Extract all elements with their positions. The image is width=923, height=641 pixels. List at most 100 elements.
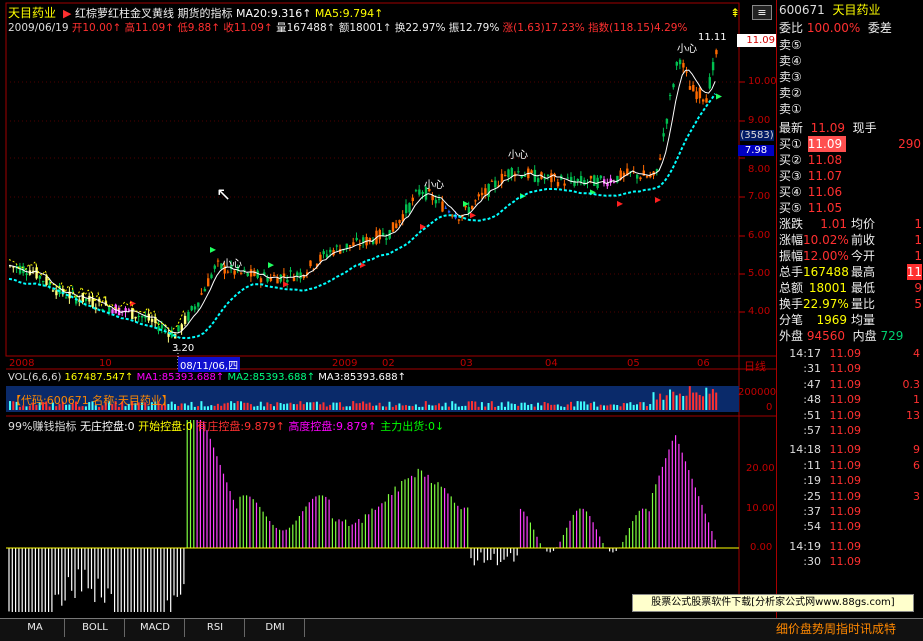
ind-axis: 10.00 [746,503,775,514]
tick-row: :31 11.09 [803,362,861,376]
price-axis-label: 5.00 [748,268,771,279]
stat-row: 总手167488 最高 11 [779,264,922,280]
buy-row: 买③ 11.07 [779,169,843,183]
tab-ma[interactable]: MA [6,619,65,637]
tick-row: :11 11.09 6 [803,458,920,472]
date-label: 03 [460,358,473,369]
indicator-name: 红棕萝红柱金叉黄线 期货的指标 [74,7,233,20]
tick-row: :25 11.09 3 [803,489,920,503]
stock-name-quote: 天目药业 [832,3,881,17]
scroll-up-icon[interactable]: ⇞ [730,6,740,20]
ma20-value: MA20:9.316 [235,7,303,20]
vol-ma3: MA3:85393.688 [318,372,398,383]
tick-row: 14:19 11.09 [789,539,861,553]
period-label[interactable]: 日线 [744,358,766,374]
warn-mark: 小心 [508,150,528,161]
tick-row: :47 11.09 0.3 [803,377,920,391]
tab-macd[interactable]: MACD [126,619,185,637]
date-label: 02 [382,358,395,369]
tick-row: :48 11.09 1 [803,393,920,407]
code-label: 【代码:600671 名称:天目药业】 [10,394,173,407]
price-axis-label: 4.00 [748,306,771,317]
volume-value: 量167488 [276,22,327,34]
ma5-value: MA5:9.794 [314,7,375,20]
stock-code: 600671 [779,3,825,17]
chart-area[interactable] [0,0,776,620]
date-value: 2009/06/19 [8,22,69,34]
ind-item-4: 高度控盘:9.879 [288,420,368,433]
open-value: 开10.00 [71,22,113,34]
tab-dmi[interactable]: DMI [246,619,305,637]
waipan-row: 外盘 94560 内盘 729 [779,329,904,343]
latest-row: 最新 11.09 现手 [779,121,877,135]
volume-header: VOL(6,6,6) 167487.547↑ MA1:85393.688↑ MA… [8,372,406,383]
stock-name: 天目药业 [8,6,57,20]
sell-row: 卖③ [779,70,802,84]
date-label: 05 [627,358,640,369]
vol-axis-bottom: 0 [766,402,773,413]
quote-panel: 600671 天目药业 委比 100.00% 委差 卖⑤ 卖④ 卖③ 卖② 卖① 最新 … [776,0,923,620]
indicator-header: 99%赚钱指标 无庄控盘:0 开始控盘:0 有庄控盘:9.879↑ 高度控盘:9… [8,420,445,433]
tick-row: 14:18 11.09 9 [789,443,920,457]
vol-ma1: MA1:85393.688 [136,372,216,383]
stat-row: 分笔 1969 均量 [779,313,876,327]
sell-row: 卖⑤ [779,38,802,52]
date-label: 04 [545,358,558,369]
sell-row: 卖④ [779,54,802,68]
badge-3583: (3583) [740,130,774,141]
date-label: 10 [99,358,112,369]
low-mark: 3.20 [172,343,195,354]
high-mark: 11.11 [698,32,727,43]
tick-row: :54 11.09 [803,520,861,534]
ma5-line [8,69,716,334]
buy-row: 买④ 11.06 [779,185,843,199]
vol-ma2: MA2:85393.688 [227,372,307,383]
vol-title: VOL(6,6,6) [8,372,62,383]
buy-row: 买⑤ 11.05 [779,201,843,215]
ind-item-3: 有庄控盘:9.879 [196,420,276,433]
cursor-date: 08/11/06,四 [178,357,241,372]
stat-row: 涨幅10.02% 前收 1 [779,233,922,247]
ind-axis: 20.00 [746,463,775,474]
badge-798: 7.98 [738,145,774,156]
stat-row: 振幅12.00% 今开 1 [779,249,922,263]
ind-item-2: 开始控盘:0 [138,420,193,433]
mouse-cursor-icon: ↖ [216,184,232,205]
turnover-value: 换22.97% [394,22,446,34]
vol-axis-top: 200000 [738,387,777,398]
ind-axis: 0.00 [750,542,773,553]
ind-item-5: 主力出货:0 [380,420,435,433]
tick-row: :57 11.09 [803,424,861,437]
tick-row: :51 11.09 13 [803,408,920,422]
warn-mark: 小心 [677,44,697,55]
indicator-bars [8,420,716,612]
stat-row: 涨跌 1.01 均价 1 [779,217,922,231]
sell-row: 卖① [779,102,802,116]
tick-row: :37 11.09 [803,505,861,518]
ind-title: 99%赚钱指标 [8,420,77,433]
price-axis-label: 6.00 [748,230,771,241]
tick-row: 14:17 11.09 4 [789,347,920,360]
high-value: 高11.09 [124,22,166,34]
weibi-row: 委比 100.00% 委差 [779,21,892,35]
ma20-line [8,93,717,340]
tab-rsi[interactable]: RSI [186,619,245,637]
date-label: 2009 [332,358,358,369]
stat-row: 总额 18001 最低 9 [779,281,922,295]
index-value: 指数(118.15)4.29% [588,22,688,34]
ind-item-1: 无庄控盘:0 [79,420,135,433]
panel-toggle-icon[interactable]: ≡ [752,5,772,20]
amplitude-value: 振12.79% [448,22,500,34]
bottom-right-tabs[interactable]: 细价盘势周指时讯成特 [776,620,896,637]
buy-row: 买② 11.08 [779,153,843,167]
price-axis-label: 10.00 [748,76,777,87]
header-line-2: 2009/06/19 开10.00↑ 高11.09↑ 低9.88↑ 收11.09… [8,22,688,34]
stat-row: 换手22.97% 量比 5 [779,297,922,311]
low-value: 低9.88 [177,22,212,34]
date-label: 2008 [9,358,35,369]
change-value: 涨(1.63)17.23% [502,22,585,34]
quote-header: 600671 天目药业 [779,2,880,18]
sell-row: 卖② [779,86,802,100]
tab-boll[interactable]: BOLL [66,619,125,637]
price-axis-label: 9.00 [748,115,771,126]
